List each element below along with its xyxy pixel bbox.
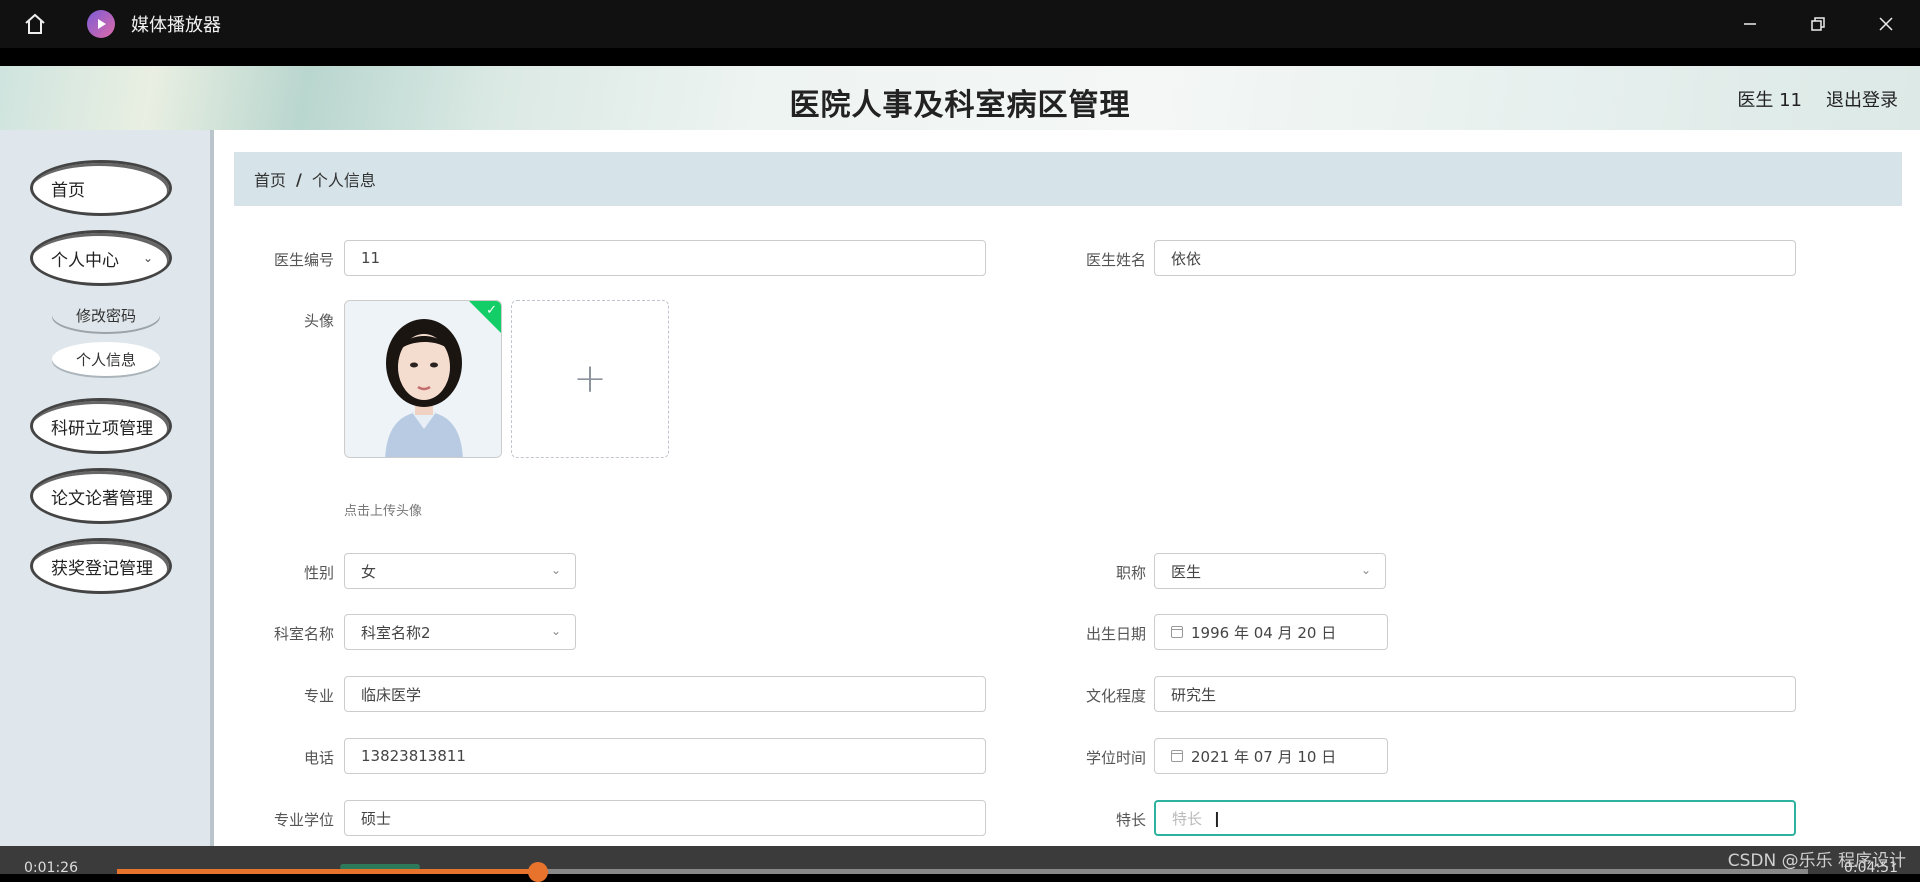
restore-icon[interactable] xyxy=(1784,0,1852,48)
media-player-controls: 0:01:26 0:04:51 xyxy=(0,846,1920,882)
text-cursor-icon: I xyxy=(1214,808,1220,832)
title-value: 医生 xyxy=(1171,562,1202,581)
birth-date-label: 出生日期 xyxy=(1085,625,1146,643)
watermark: CSDN @乐乐 程序设计 xyxy=(1727,851,1906,871)
sidebar-item-label: 获奖登记管理 xyxy=(51,558,153,579)
sidebar-subitem-change-password[interactable]: 修改密码 xyxy=(52,298,160,332)
avatar-upload-button[interactable]: + xyxy=(511,300,669,458)
sidebar-item-label: 个人中心 xyxy=(51,250,119,271)
sidebar-item-personal-center[interactable]: 个人中心 ⌄ xyxy=(30,230,172,286)
sidebar-item-home[interactable]: 首页 xyxy=(30,160,172,216)
phone-label: 电话 xyxy=(303,749,334,767)
department-value: 科室名称2 xyxy=(361,623,431,642)
seek-handle[interactable] xyxy=(528,862,549,882)
specialty-label: 特长 xyxy=(1115,811,1146,829)
doctor-name-label: 医生姓名 xyxy=(1085,251,1146,269)
breadcrumb: 首页 / 个人信息 xyxy=(234,152,1902,206)
app-title: 医院人事及科室病区管理 xyxy=(789,88,1131,123)
avatar-upload-hint: 点击上传头像 xyxy=(344,504,423,519)
education-label: 文化程度 xyxy=(1085,687,1146,705)
major-label: 专业 xyxy=(303,687,334,705)
specialty-field[interactable]: 特长 I xyxy=(1154,800,1796,836)
degree-value: 硕士 xyxy=(361,809,392,828)
avatar-image[interactable]: ✓ xyxy=(344,300,502,458)
sidebar-item-label: 个人信息 xyxy=(75,350,136,369)
calendar-icon xyxy=(1171,750,1183,762)
degree-label: 专业学位 xyxy=(273,811,334,829)
seek-progress xyxy=(117,869,539,874)
specialty-placeholder: 特长 xyxy=(1172,809,1203,828)
doctor-id-field[interactable]: 11 xyxy=(344,240,986,276)
chevron-down-icon: ⌄ xyxy=(142,251,153,265)
media-player-app-icon xyxy=(87,10,115,38)
logout-link[interactable]: 退出登录 xyxy=(1826,86,1898,112)
breadcrumb-separator: / xyxy=(296,169,302,189)
degree-date-value: 2021 年 07 月 10 日 xyxy=(1191,747,1337,766)
sidebar-item-label: 科研立项管理 xyxy=(51,418,153,439)
breadcrumb-current: 个人信息 xyxy=(311,171,376,190)
phone-field[interactable]: 13823813811 xyxy=(344,738,986,774)
birth-date-value: 1996 年 04 月 20 日 xyxy=(1191,623,1337,642)
app-header: 医院人事及科室病区管理 医生 11 退出登录 xyxy=(0,66,1920,130)
sidebar-item-label: 首页 xyxy=(51,180,85,201)
title-label: 职称 xyxy=(1115,564,1146,582)
birth-date-picker[interactable]: 1996 年 04 月 20 日 xyxy=(1154,614,1388,650)
current-user: 医生 11 xyxy=(1737,90,1802,111)
degree-date-picker[interactable]: 2021 年 07 月 10 日 xyxy=(1154,738,1388,774)
breadcrumb-home[interactable]: 首页 xyxy=(254,167,286,191)
sidebar-item-research[interactable]: 科研立项管理 xyxy=(30,398,172,454)
plus-icon: + xyxy=(573,356,607,402)
chevron-down-icon: ⌄ xyxy=(550,563,561,577)
department-select[interactable]: 科室名称2 ⌄ xyxy=(344,614,576,650)
sidebar-subitem-personal-info[interactable]: 个人信息 xyxy=(52,342,160,376)
sidebar-item-label: 修改密码 xyxy=(75,306,136,325)
main-content: 首页 / 个人信息 医生编号 11 医生姓名 依依 头像 ✓ + 点击上传头像 … xyxy=(214,130,1920,846)
avatar-label: 头像 xyxy=(303,312,334,330)
sidebar-item-awards[interactable]: 获奖登记管理 xyxy=(30,538,172,594)
phone-value: 13823813811 xyxy=(361,747,466,765)
sidebar-item-papers[interactable]: 论文论著管理 xyxy=(30,468,172,524)
window-title: 媒体播放器 xyxy=(131,15,221,36)
chevron-down-icon: ⌄ xyxy=(550,624,561,638)
degree-field[interactable]: 硕士 xyxy=(344,800,986,836)
close-icon[interactable] xyxy=(1852,0,1920,48)
home-icon[interactable] xyxy=(0,0,70,48)
video-letterbox xyxy=(0,48,1920,66)
calendar-icon xyxy=(1171,626,1183,638)
department-label: 科室名称 xyxy=(273,625,334,643)
doctor-id-value: 11 xyxy=(361,249,381,267)
doctor-id-label: 医生编号 xyxy=(273,251,334,269)
sidebar-item-label: 论文论著管理 xyxy=(51,488,153,509)
gender-value: 女 xyxy=(361,562,377,581)
seek-bar[interactable] xyxy=(117,862,1808,882)
major-field[interactable]: 临床医学 xyxy=(344,676,986,712)
check-icon: ✓ xyxy=(486,303,497,318)
education-field[interactable]: 研究生 xyxy=(1154,676,1796,712)
doctor-name-field[interactable]: 依依 xyxy=(1154,240,1796,276)
title-select[interactable]: 医生 ⌄ xyxy=(1154,553,1386,589)
minimize-icon[interactable] xyxy=(1716,0,1784,48)
major-value: 临床医学 xyxy=(361,685,422,704)
chevron-down-icon: ⌄ xyxy=(1360,563,1371,577)
education-value: 研究生 xyxy=(1171,685,1217,704)
degree-date-label: 学位时间 xyxy=(1085,749,1146,767)
gender-label: 性别 xyxy=(303,564,334,582)
doctor-name-value: 依依 xyxy=(1171,249,1202,268)
media-player-titlebar: 媒体播放器 xyxy=(0,0,1920,48)
sidebar: 首页 个人中心 ⌄ 修改密码 个人信息 科研立项管理 论文论著管理 获奖登记管理 xyxy=(0,130,214,846)
gender-select[interactable]: 女 ⌄ xyxy=(344,553,576,589)
